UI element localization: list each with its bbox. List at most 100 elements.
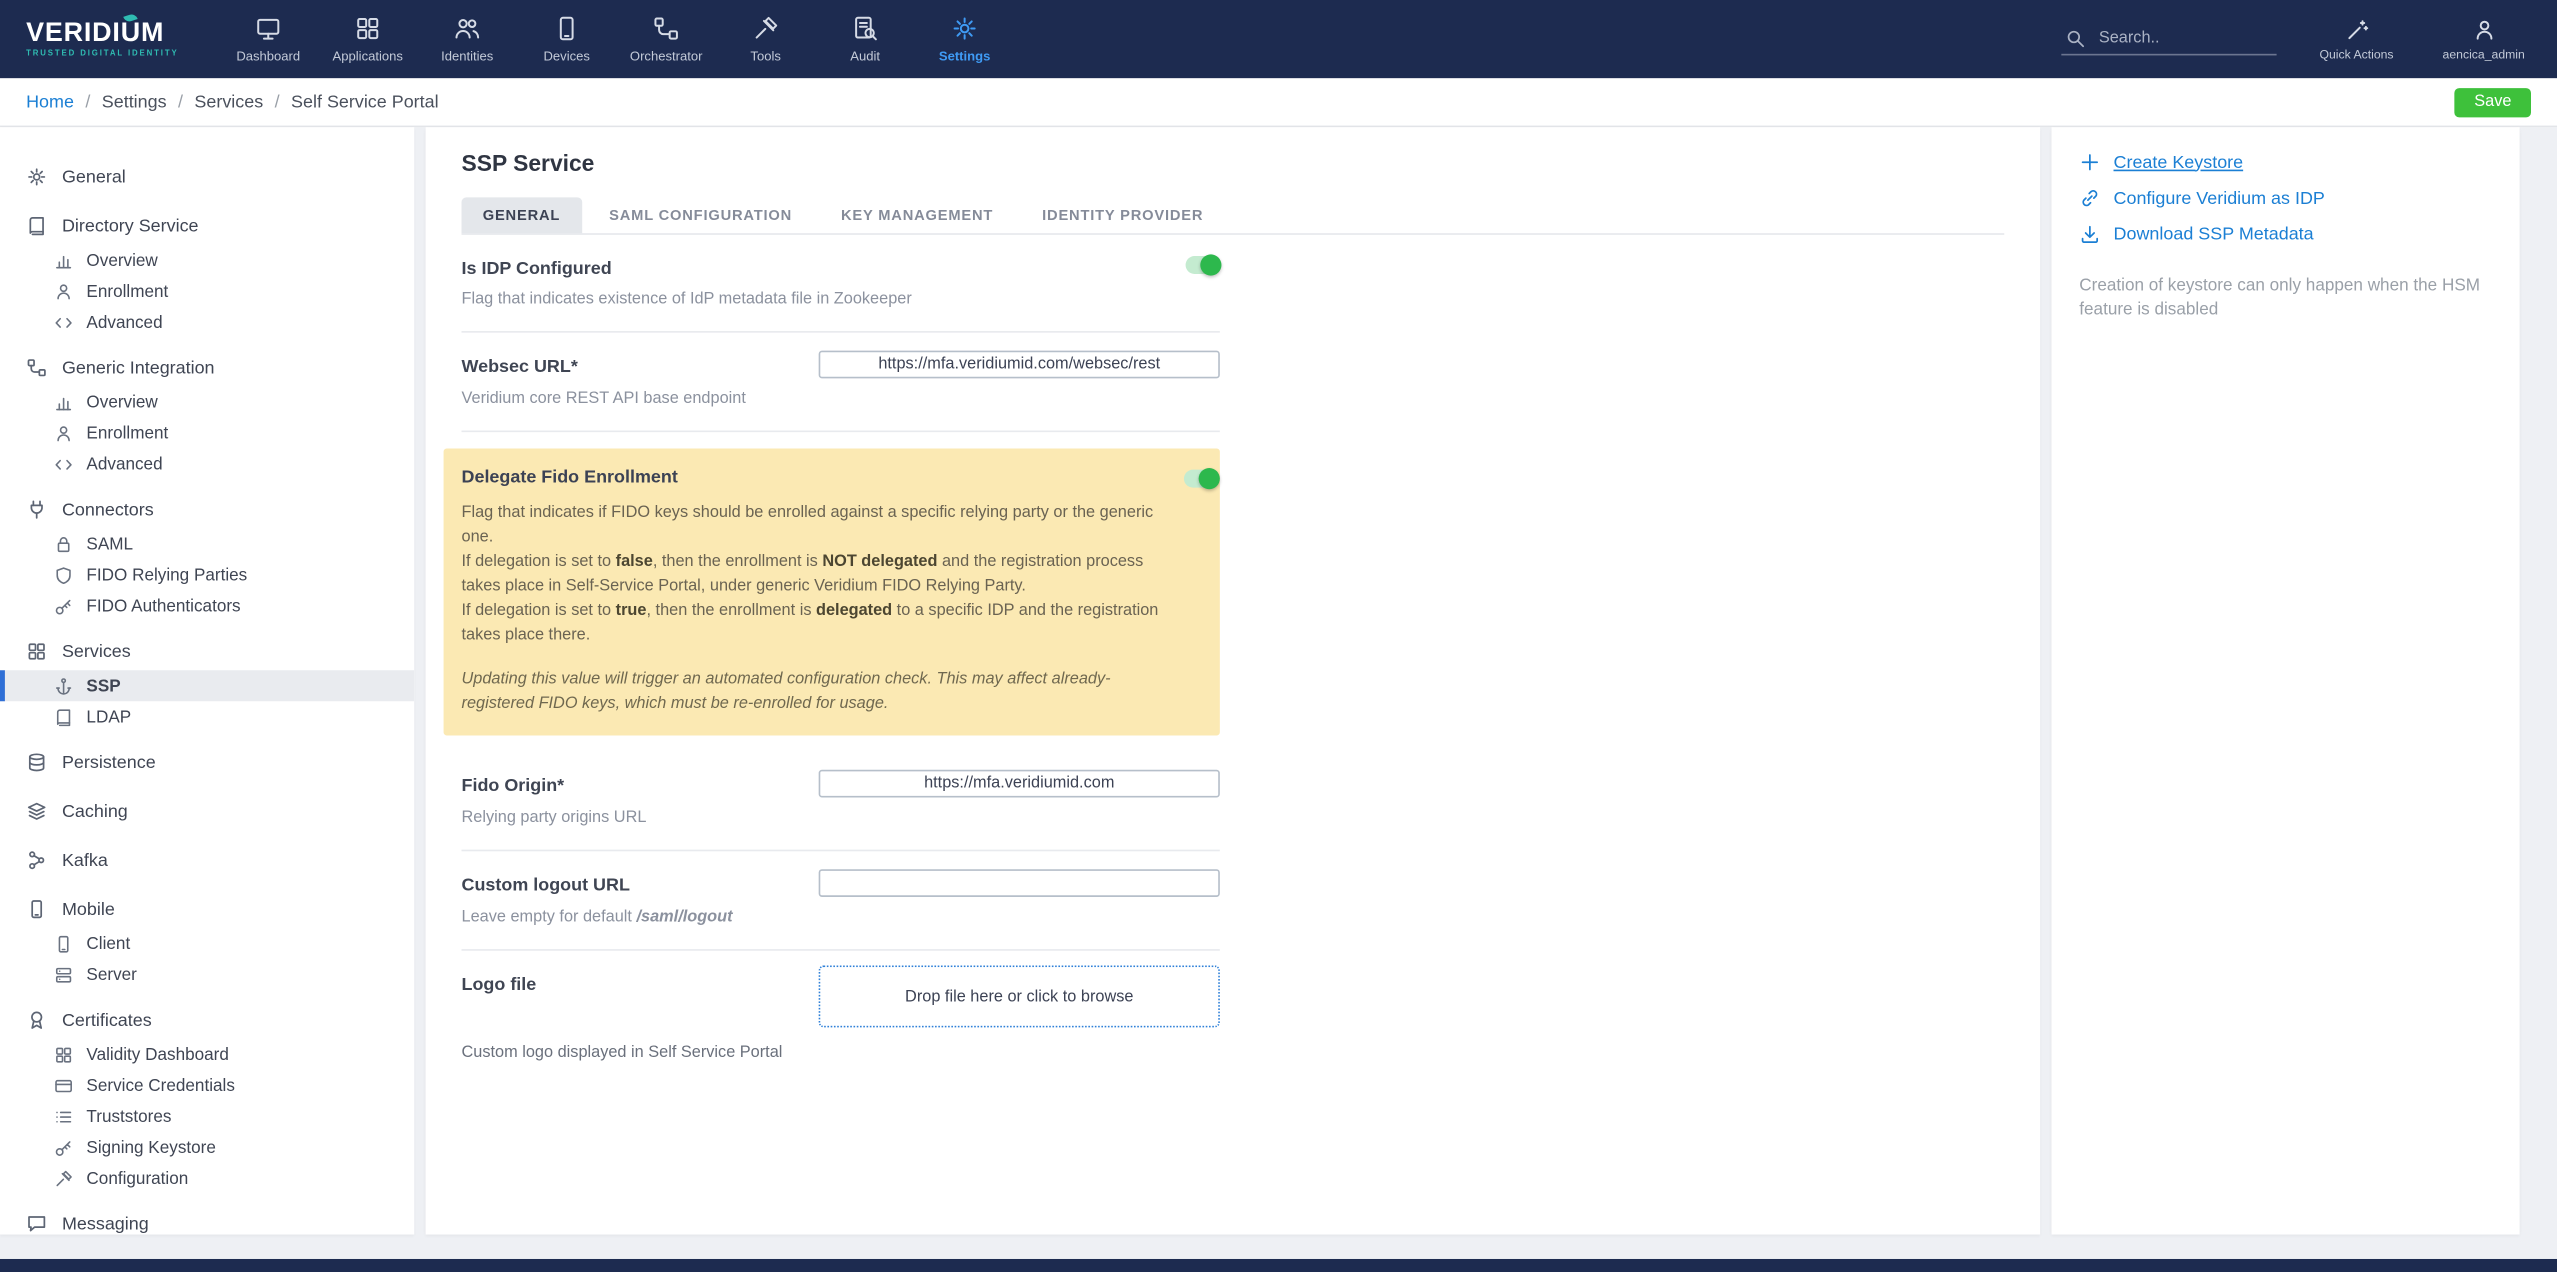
fido-origin-input[interactable] — [818, 769, 1220, 798]
breadcrumb-settings[interactable]: Settings — [102, 92, 167, 112]
field-description: Veridium core REST API base endpoint — [461, 389, 746, 408]
anchor-icon — [54, 676, 74, 696]
flow-icon — [26, 357, 47, 378]
field-label: Delegate Fido Enrollment — [461, 468, 678, 488]
settings-sidebar: General Directory Service Overview Enrol… — [0, 127, 415, 1235]
breadcrumb-bar: Home / Settings / Services / Self Servic… — [0, 78, 2557, 128]
field-label: Fido Origin* — [461, 776, 565, 796]
sidebar-item-directory-overview[interactable]: Overview — [0, 245, 414, 276]
sidebar-item-truststores[interactable]: Truststores — [0, 1101, 414, 1132]
sidebar-item-generic-integration[interactable]: Generic Integration — [0, 349, 414, 387]
nav-item-tools[interactable]: Tools — [716, 0, 815, 78]
logo-file-dropzone[interactable]: Drop file here or click to browse — [818, 965, 1220, 1028]
grid-icon — [26, 641, 47, 662]
tab-identity-provider[interactable]: IDENTITY PROVIDER — [1021, 197, 1225, 233]
field-websec-url: Websec URL* Veridium core REST API base … — [461, 333, 1220, 433]
certificate-icon — [26, 1009, 47, 1030]
devices-icon — [553, 15, 581, 43]
sidebar-item-connectors[interactable]: Connectors — [0, 491, 414, 529]
right-actions-panel: Create Keystore Configure Veridium as ID… — [2051, 127, 2520, 1235]
tab-general[interactable]: GENERAL — [461, 197, 582, 234]
delegate-fido-enrollment-toggle[interactable] — [1183, 467, 1220, 489]
download-icon — [2079, 223, 2100, 244]
sidebar-item-persistence[interactable]: Persistence — [0, 744, 414, 782]
sidebar-item-fido-authenticators[interactable]: FIDO Authenticators — [0, 590, 414, 621]
chart-icon — [54, 250, 74, 270]
applications-icon — [354, 15, 382, 43]
app-root: VERIDIUM TRUSTED DIGITAL IDENTITY Dashbo… — [0, 0, 2557, 1272]
audit-icon — [851, 15, 879, 43]
identities-icon — [453, 15, 481, 43]
user-menu[interactable]: aencica_admin — [2436, 17, 2531, 61]
breadcrumb-services[interactable]: Services — [194, 92, 263, 112]
plug-icon — [26, 499, 47, 520]
field-label: Custom logout URL — [461, 875, 630, 896]
sidebar-item-ldap[interactable]: LDAP — [0, 701, 414, 732]
field-warning-note: Updating this value will trigger an auto… — [461, 670, 1111, 713]
sidebar-item-caching[interactable]: Caching — [0, 793, 414, 831]
sidebar-item-server[interactable]: Server — [0, 959, 414, 990]
wand-icon — [2344, 17, 2368, 41]
delegate-fido-enrollment-panel: Delegate Fido Enrollment Flag that indic… — [443, 448, 1220, 736]
quick-actions-button[interactable]: Quick Actions — [2309, 17, 2404, 61]
download-ssp-metadata-link[interactable]: Download SSP Metadata — [2079, 223, 2492, 244]
nav-item-devices[interactable]: Devices — [517, 0, 616, 78]
nav-item-settings[interactable]: Settings — [915, 0, 1014, 78]
grid-icon — [54, 1045, 74, 1065]
configure-veridium-idp-link[interactable]: Configure Veridium as IDP — [2079, 188, 2492, 209]
link-icon — [2079, 188, 2100, 209]
veridium-logo[interactable]: VERIDIUM TRUSTED DIGITAL IDENTITY — [26, 13, 183, 58]
breadcrumb-separator: / — [85, 92, 91, 112]
sidebar-item-saml[interactable]: SAML — [0, 528, 414, 559]
wrench-icon — [54, 1168, 74, 1188]
search-input[interactable] — [2095, 27, 2274, 49]
nav-item-orchestrator[interactable]: Orchestrator — [616, 0, 715, 78]
field-description: Custom logo displayed in Self Service Po… — [461, 1043, 783, 1062]
nav-item-applications[interactable]: Applications — [318, 0, 417, 78]
breadcrumb-home[interactable]: Home — [26, 92, 74, 112]
server-icon — [54, 965, 74, 985]
field-description: Leave empty for default /saml/logout — [461, 908, 733, 927]
dropzone-label: Drop file here or click to browse — [905, 987, 1134, 1006]
sidebar-item-mobile[interactable]: Mobile — [0, 890, 414, 928]
field-description: Relying party origins URL — [461, 808, 647, 827]
sidebar-item-client[interactable]: Client — [0, 928, 414, 959]
sidebar-item-kafka[interactable]: Kafka — [0, 841, 414, 879]
field-label: Websec URL* — [461, 357, 578, 377]
sidebar-item-configuration[interactable]: Configuration — [0, 1163, 414, 1194]
list-icon — [54, 1106, 74, 1126]
is-idp-configured-toggle[interactable] — [1185, 254, 1222, 276]
save-button[interactable]: Save — [2454, 87, 2532, 117]
tab-key-management[interactable]: KEY MANAGEMENT — [820, 197, 1015, 233]
code-icon — [54, 454, 74, 474]
sidebar-item-ssp[interactable]: SSP — [0, 670, 415, 702]
sidebar-item-general[interactable]: General — [0, 158, 414, 196]
sidebar-item-signing-keystore[interactable]: Signing Keystore — [0, 1132, 414, 1163]
sidebar-item-directory-advanced[interactable]: Advanced — [0, 307, 414, 338]
sidebar-item-directory-enrollment[interactable]: Enrollment — [0, 276, 414, 307]
sidebar-item-validity-dashboard[interactable]: Validity Dashboard — [0, 1039, 414, 1070]
sidebar-item-generic-advanced[interactable]: Advanced — [0, 448, 414, 479]
kafka-icon — [26, 850, 47, 871]
custom-logout-url-input[interactable] — [818, 869, 1220, 897]
phone-icon — [54, 934, 74, 954]
sidebar-item-generic-overview[interactable]: Overview — [0, 386, 414, 417]
sidebar-item-directory-service[interactable]: Directory Service — [0, 207, 414, 245]
gear-icon — [26, 166, 47, 187]
sidebar-item-certificates[interactable]: Certificates — [0, 1001, 414, 1039]
sidebar-item-fido-relying-parties[interactable]: FIDO Relying Parties — [0, 559, 414, 590]
card-icon — [54, 1076, 74, 1096]
nav-item-dashboard[interactable]: Dashboard — [219, 0, 318, 78]
book-icon — [54, 707, 74, 727]
sidebar-item-service-credentials[interactable]: Service Credentials — [0, 1070, 414, 1101]
websec-url-input[interactable] — [818, 350, 1220, 379]
tab-saml-configuration[interactable]: SAML CONFIGURATION — [588, 197, 813, 233]
sidebar-item-messaging[interactable]: Messaging — [0, 1205, 414, 1234]
field-fido-origin: Fido Origin* Relying party origins URL — [461, 752, 1220, 852]
sidebar-item-generic-enrollment[interactable]: Enrollment — [0, 417, 414, 448]
create-keystore-link[interactable]: Create Keystore — [2079, 152, 2492, 173]
nav-item-audit[interactable]: Audit — [815, 0, 914, 78]
nav-item-identities[interactable]: Identities — [417, 0, 516, 78]
key-icon — [54, 596, 74, 616]
sidebar-item-services[interactable]: Services — [0, 633, 414, 671]
